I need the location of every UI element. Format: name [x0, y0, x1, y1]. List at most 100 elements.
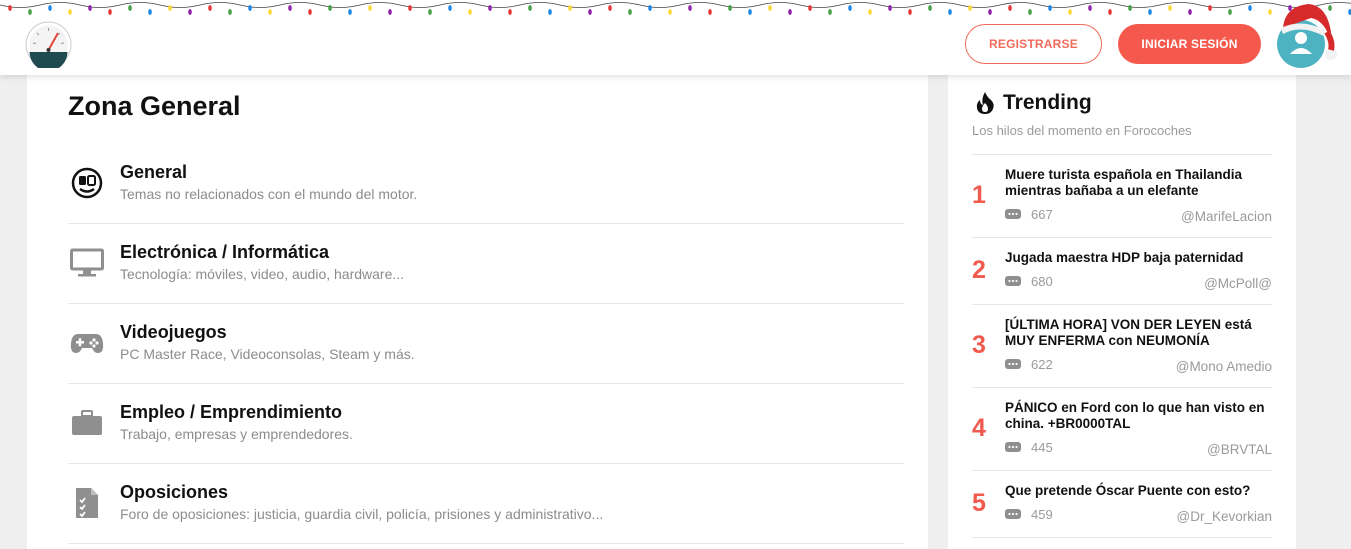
general-face-icon: [70, 166, 104, 200]
light-bulb: [568, 5, 572, 11]
light-bulb: [608, 5, 612, 11]
light-bulb: [468, 9, 472, 15]
trending-rank: 2: [972, 256, 986, 284]
trending-comments: 680: [1005, 274, 1053, 289]
trending-user[interactable]: @McPoll@: [1204, 276, 1272, 291]
light-bulb: [448, 5, 452, 11]
briefcase-icon: [70, 406, 104, 440]
zone-general-panel: Zona General General Temas no relacionad…: [27, 75, 928, 549]
light-bulb: [688, 5, 692, 11]
light-bulb: [888, 5, 892, 11]
light-bulb: [548, 9, 552, 15]
forum-item-oposiciones[interactable]: Oposiciones Foro de oposiciones: justici…: [68, 464, 904, 544]
trending-user[interactable]: @BRVTAL: [1207, 442, 1272, 457]
light-bulb: [1028, 9, 1032, 15]
trending-item[interactable]: 2 Jugada maestra HDP baja paternidad 680…: [972, 238, 1272, 305]
forum-name[interactable]: General: [120, 162, 187, 183]
light-bulb: [128, 5, 132, 11]
light-bulb: [948, 9, 952, 15]
forum-description: Trabajo, empresas y emprendedores.: [120, 426, 353, 442]
checklist-document-icon: [70, 486, 104, 520]
register-button[interactable]: REGISTRARSE: [965, 24, 1102, 64]
comment-count: 667: [1031, 207, 1053, 222]
page-title: Zona General: [68, 91, 241, 121]
trending-item[interactable]: 3 [ÚLTIMA HORA] VON DER LEYEN está MUY E…: [972, 305, 1272, 388]
site-logo[interactable]: [25, 21, 72, 71]
forum-item-empleo[interactable]: Empleo / Emprendimiento Trabajo, empresa…: [68, 384, 904, 464]
forum-item-general[interactable]: General Temas no relacionados con el mun…: [68, 144, 904, 224]
light-bulb: [928, 5, 932, 11]
light-bulb: [108, 9, 112, 15]
trending-thread-title[interactable]: PÁNICO en Ford con lo que han visto en c…: [1005, 400, 1271, 432]
trending-thread-title[interactable]: Que pretende Óscar Puente con esto?: [1005, 483, 1271, 499]
light-bulb: [1248, 5, 1252, 11]
forum-item-videojuegos[interactable]: Videojuegos PC Master Race, Videoconsola…: [68, 304, 904, 384]
login-button[interactable]: INICIAR SESIÓN: [1118, 24, 1261, 64]
comment-icon: [1005, 508, 1021, 519]
trending-thread-title[interactable]: Jugada maestra HDP baja paternidad: [1005, 250, 1271, 266]
forum-description: Temas no relacionados con el mundo del m…: [120, 186, 418, 202]
light-bulb: [868, 9, 872, 15]
light-bulb: [148, 9, 152, 15]
forum-name[interactable]: Electrónica / Informática: [120, 242, 329, 263]
trending-thread-title[interactable]: [ÚLTIMA HORA] VON DER LEYEN está MUY ENF…: [1005, 317, 1271, 349]
trending-subtitle: Los hilos del momento en Forocoches: [972, 123, 1192, 138]
trending-user[interactable]: @MarifeLacion: [1181, 209, 1272, 224]
user-avatar[interactable]: [1277, 2, 1339, 70]
light-bulb: [708, 9, 712, 15]
comment-count: 680: [1031, 274, 1053, 289]
light-bulb: [748, 9, 752, 15]
light-bulb: [528, 5, 532, 11]
light-bulb: [788, 9, 792, 15]
light-bulb: [1168, 5, 1172, 11]
light-bulb: [48, 5, 52, 11]
top-header: REGISTRARSE INICIAR SESIÓN: [0, 0, 1351, 75]
light-bulb: [228, 9, 232, 15]
forum-item-electronica[interactable]: Electrónica / Informática Tecnología: mó…: [68, 224, 904, 304]
comment-count: 445: [1031, 440, 1053, 455]
light-bulb: [1268, 9, 1272, 15]
light-bulb: [68, 9, 72, 15]
trending-title: Trending: [1003, 91, 1092, 114]
light-bulb: [588, 9, 592, 15]
light-bulb: [1088, 5, 1092, 11]
christmas-lights-decoration: [0, 2, 1351, 15]
light-bulb: [268, 9, 272, 15]
light-bulb: [828, 9, 832, 15]
light-bulb: [188, 9, 192, 15]
light-bulb: [1048, 5, 1052, 11]
trending-user[interactable]: @Dr_Kevorkian: [1177, 509, 1273, 524]
comment-icon: [1005, 208, 1021, 219]
trending-item[interactable]: 1 Muere turista española en Thailandia m…: [972, 155, 1272, 238]
trending-comments: 459: [1005, 507, 1053, 522]
comment-count: 622: [1031, 357, 1053, 372]
fire-icon: [976, 92, 994, 114]
light-bulb: [1128, 5, 1132, 11]
forum-name[interactable]: Videojuegos: [120, 322, 227, 343]
light-bulb: [308, 9, 312, 15]
trending-rank: 4: [972, 414, 986, 442]
forum-name[interactable]: Empleo / Emprendimiento: [120, 402, 342, 423]
trending-list: 1 Muere turista española en Thailandia m…: [972, 154, 1272, 538]
forum-name[interactable]: Oposiciones: [120, 482, 228, 503]
light-bulb: [488, 5, 492, 11]
light-bulb: [288, 5, 292, 11]
light-bulb: [1188, 9, 1192, 15]
light-bulb: [88, 5, 92, 11]
light-bulb: [908, 9, 912, 15]
light-bulb: [1108, 9, 1112, 15]
light-bulb: [1228, 9, 1232, 15]
light-bulb: [848, 5, 852, 11]
trending-user[interactable]: @Mono Amedio: [1176, 359, 1272, 374]
light-bulb: [1148, 9, 1152, 15]
light-bulb: [1208, 5, 1212, 11]
trending-item[interactable]: 5 Que pretende Óscar Puente con esto? 45…: [972, 471, 1272, 538]
trending-item[interactable]: 4 PÁNICO en Ford con lo que han visto en…: [972, 388, 1272, 471]
light-bulb: [408, 5, 412, 11]
trending-thread-title[interactable]: Muere turista española en Thailandia mie…: [1005, 167, 1271, 199]
light-bulb: [328, 5, 332, 11]
forum-list: General Temas no relacionados con el mun…: [68, 144, 904, 544]
forum-description: Tecnología: móviles, video, audio, hardw…: [120, 266, 405, 282]
monitor-icon: [70, 246, 104, 280]
light-bulb: [168, 5, 172, 11]
